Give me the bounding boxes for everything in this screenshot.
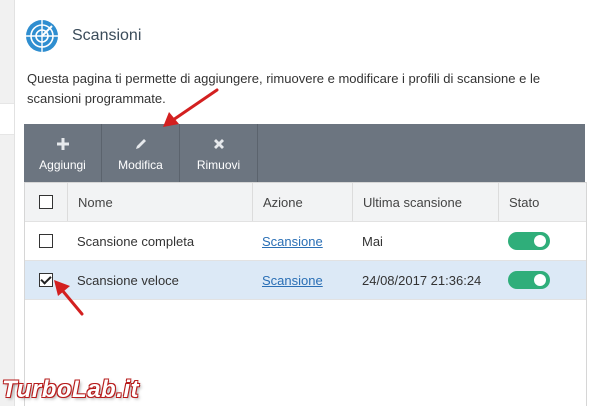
add-button-label: Aggiungi <box>39 158 86 172</box>
scan-action-link[interactable]: Scansione <box>262 234 323 249</box>
table-header-row: Nome Azione Ultima scansione Stato <box>25 182 586 222</box>
status-toggle[interactable] <box>508 271 550 289</box>
annotation-arrow-to-edit <box>163 88 219 127</box>
select-all-cell <box>25 183 67 221</box>
column-header-status[interactable]: Stato <box>498 183 586 221</box>
toolbar: Aggiungi Modifica Rimuovi <box>24 124 585 182</box>
page-header: Scansioni <box>24 16 141 56</box>
scan-last-run: Mai <box>362 233 383 249</box>
pencil-icon <box>134 134 148 154</box>
toggle-knob <box>534 235 546 247</box>
table-row[interactable]: Scansione completa Scansione Mai <box>25 222 586 261</box>
scan-name: Scansione veloce <box>77 272 179 288</box>
scan-action-cell: Scansione <box>252 222 352 260</box>
scan-last-run: 24/08/2017 21:36:24 <box>362 272 482 288</box>
remove-button-label: Rimuovi <box>196 158 241 172</box>
select-all-checkbox[interactable] <box>39 195 53 209</box>
annotation-arrow-to-checkbox <box>54 280 84 316</box>
left-sidebar-strip <box>0 0 15 406</box>
edit-button-label: Modifica <box>118 158 163 172</box>
sidebar-active-tab[interactable] <box>0 103 14 135</box>
scans-table: Nome Azione Ultima scansione Stato Scans… <box>25 182 586 300</box>
toggle-knob <box>534 274 546 286</box>
watermark-logo: TurboLab.it <box>2 376 140 403</box>
x-icon <box>213 134 225 154</box>
row-checkbox[interactable] <box>39 234 53 248</box>
scan-name: Scansione completa <box>77 233 195 249</box>
add-button[interactable]: Aggiungi <box>24 124 102 182</box>
scans-panel: Nome Azione Ultima scansione Stato Scans… <box>24 182 587 406</box>
radar-icon <box>26 20 58 52</box>
row-checkbox-cell <box>25 222 67 260</box>
status-toggle[interactable] <box>508 232 550 250</box>
column-header-action[interactable]: Azione <box>252 183 352 221</box>
page-title: Scansioni <box>72 27 142 44</box>
column-header-last-scan[interactable]: Ultima scansione <box>352 183 498 221</box>
scan-status-cell <box>498 222 586 260</box>
scan-status-cell <box>498 261 586 299</box>
column-header-name[interactable]: Nome <box>67 183 252 221</box>
plus-icon <box>56 134 69 154</box>
page-description: Questa pagina ti permette di aggiungere,… <box>27 71 541 106</box>
scan-action-cell: Scansione <box>252 261 352 299</box>
table-row[interactable]: Scansione veloce Scansione 24/08/2017 21… <box>25 261 586 300</box>
scan-action-link[interactable]: Scansione <box>262 273 323 288</box>
